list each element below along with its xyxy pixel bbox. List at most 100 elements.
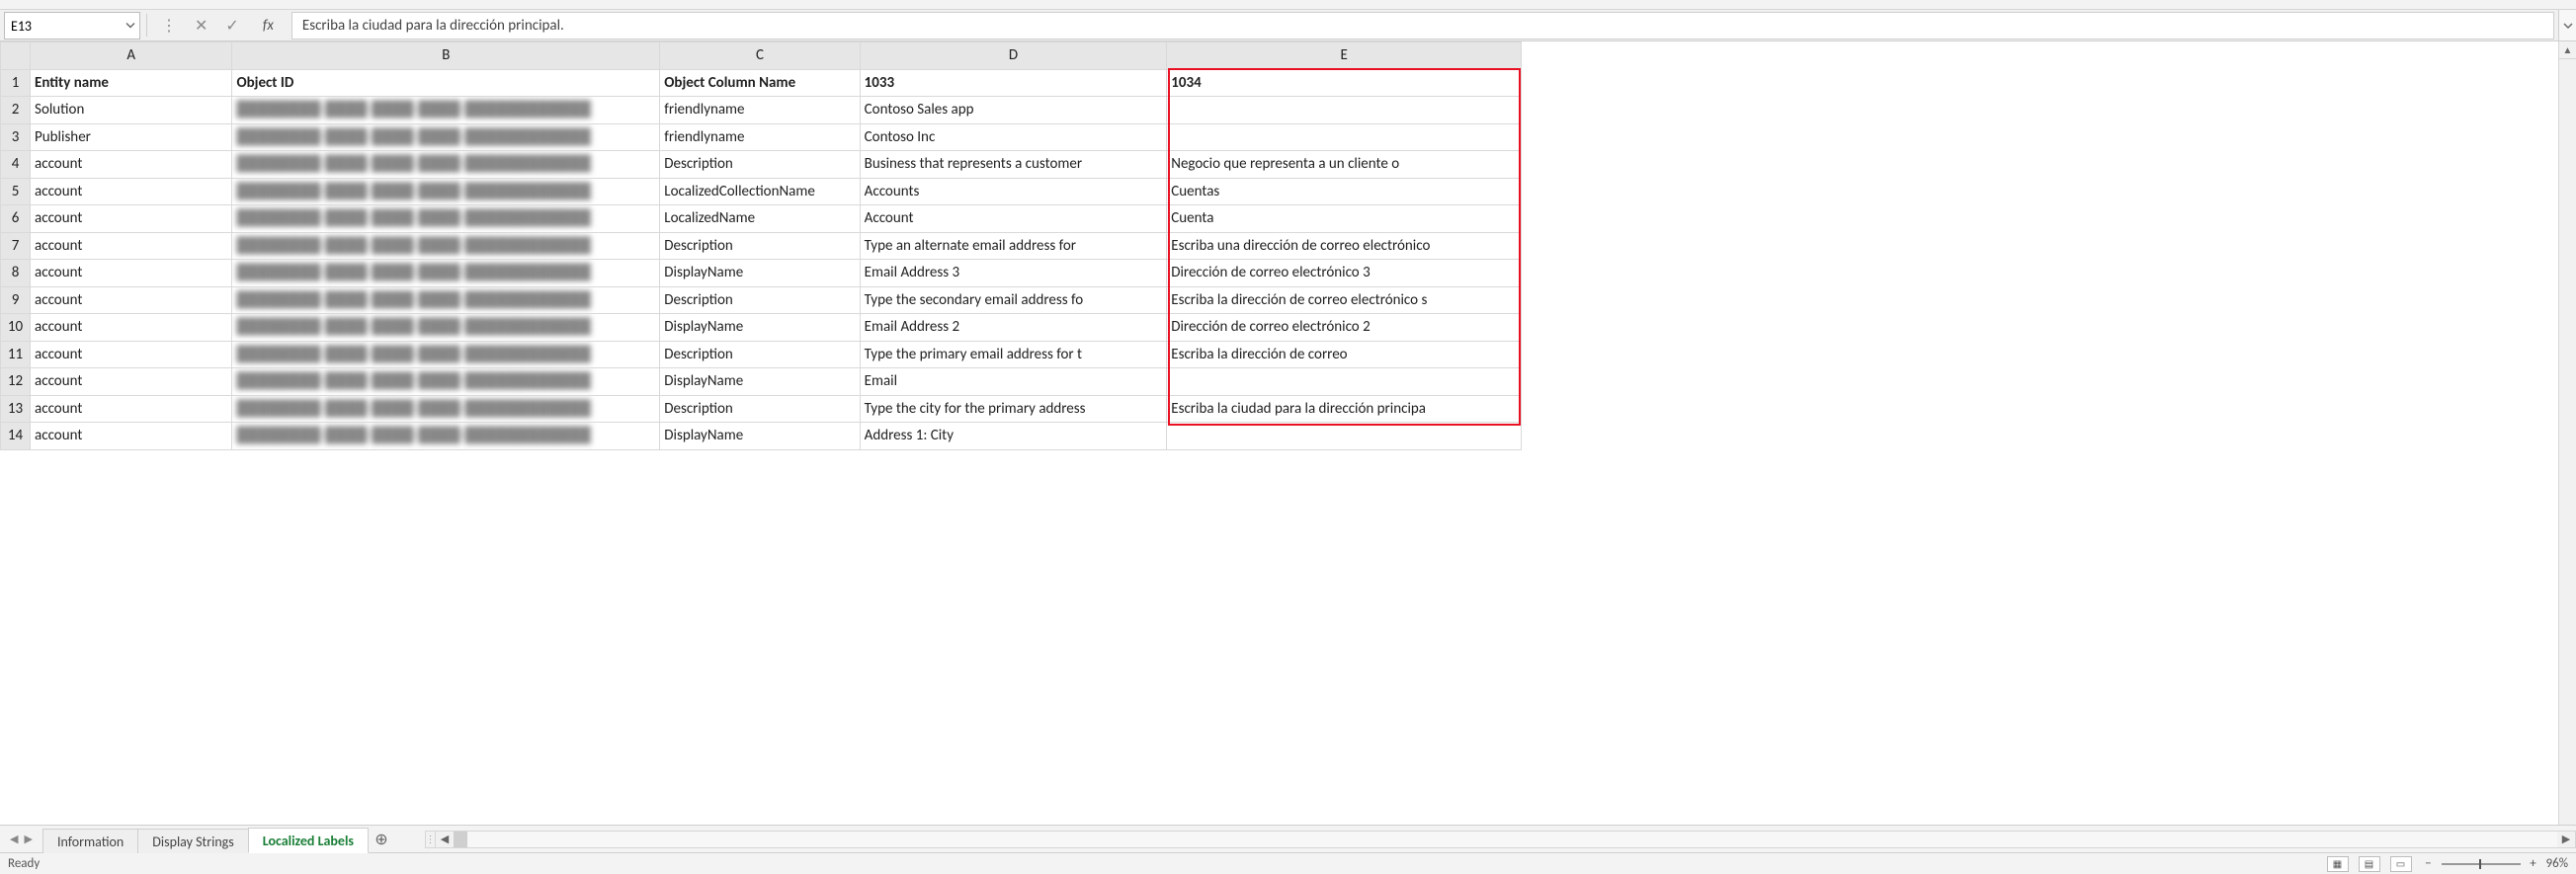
grid[interactable]: A B C D E 1Entity nameObject IDObject Co… [0,41,1522,450]
row-header[interactable]: 6 [1,205,31,233]
cell-C1[interactable]: Object Column Name [660,69,860,97]
zoom-out-icon[interactable]: − [2422,856,2436,871]
hscroll-thumb[interactable] [454,832,467,847]
hscroll-grip-icon[interactable]: ⋮ [426,832,436,847]
sheet-tab[interactable]: Display Strings [137,829,248,853]
dots-icon[interactable]: ⋮ [161,16,177,36]
zoom-slider[interactable] [2442,863,2521,865]
cell-B6[interactable]: ████████-████-████-████-████████████ [232,205,660,233]
hscroll-left-icon[interactable]: ◀ [436,833,454,845]
cell-D13[interactable]: Type the city for the primary address [860,395,1167,423]
row-header[interactable]: 10 [1,314,31,342]
cell-D6[interactable]: Account [860,205,1167,233]
cell-D8[interactable]: Email Address 3 [860,260,1167,287]
cell-B9[interactable]: ████████-████-████-████-████████████ [232,286,660,314]
name-box[interactable]: E13 [4,12,140,40]
cell-C7[interactable]: Description [660,232,860,260]
cell-E4[interactable]: Negocio que representa a un cliente o [1167,151,1522,179]
cell-C11[interactable]: Description [660,341,860,368]
cell-B10[interactable]: ████████-████-████-████-████████████ [232,314,660,342]
sheet-tab[interactable]: Localized Labels [248,828,369,853]
cell-B11[interactable]: ████████-████-████-████-████████████ [232,341,660,368]
cell-C14[interactable]: DisplayName [660,423,860,450]
cell-C9[interactable]: Description [660,286,860,314]
row-header[interactable]: 12 [1,368,31,396]
tab-next-icon[interactable]: ▶ [24,833,32,845]
row-header[interactable]: 3 [1,123,31,151]
name-box-dropdown-icon[interactable] [125,18,135,35]
cell-D7[interactable]: Type an alternate email address for [860,232,1167,260]
view-page-break-icon[interactable]: ▭ [2390,856,2412,872]
row-header[interactable]: 14 [1,423,31,450]
cell-D1[interactable]: 1033 [860,69,1167,97]
cell-E10[interactable]: Dirección de correo electrónico 2 [1167,314,1522,342]
view-page-layout-icon[interactable]: ▤ [2359,856,2380,872]
hscroll-right-icon[interactable]: ▶ [2557,833,2575,845]
cell-B2[interactable]: ████████-████-████-████-████████████ [232,97,660,124]
new-sheet-button[interactable]: ⊕ [368,826,395,852]
cell-C3[interactable]: friendlyname [660,123,860,151]
col-header-D[interactable]: D [860,42,1167,70]
fx-label[interactable]: fx [263,17,274,35]
cell-D12[interactable]: Email [860,368,1167,396]
cell-A4[interactable]: account [31,151,232,179]
hscroll-track[interactable] [454,832,2557,847]
cell-E1[interactable]: 1034 [1167,69,1522,97]
cell-A2[interactable]: Solution [31,97,232,124]
row-header[interactable]: 2 [1,97,31,124]
cell-D2[interactable]: Contoso Sales app [860,97,1167,124]
cell-E14[interactable] [1167,423,1522,450]
row-header[interactable]: 9 [1,286,31,314]
cell-A14[interactable]: account [31,423,232,450]
cell-B14[interactable]: ████████-████-████-████-████████████ [232,423,660,450]
row-header[interactable]: 7 [1,232,31,260]
row-header[interactable]: 5 [1,178,31,205]
cell-B12[interactable]: ████████-████-████-████-████████████ [232,368,660,396]
cell-A8[interactable]: account [31,260,232,287]
cell-E7[interactable]: Escriba una dirección de correo electrón… [1167,232,1522,260]
cell-D14[interactable]: Address 1: City [860,423,1167,450]
cell-E2[interactable] [1167,97,1522,124]
cell-E8[interactable]: Dirección de correo electrónico 3 [1167,260,1522,287]
formula-input[interactable]: Escriba la ciudad para la dirección prin… [291,12,2554,40]
col-header-C[interactable]: C [660,42,860,70]
cell-A1[interactable]: Entity name [31,69,232,97]
zoom-control[interactable]: − + 96% [2422,856,2568,871]
cell-A10[interactable]: account [31,314,232,342]
col-header-B[interactable]: B [232,42,660,70]
cell-B4[interactable]: ████████-████-████-████-████████████ [232,151,660,179]
cell-E5[interactable]: Cuentas [1167,178,1522,205]
cell-B8[interactable]: ████████-████-████-████-████████████ [232,260,660,287]
scroll-up-icon[interactable]: ▲ [2559,41,2576,59]
select-all-corner[interactable] [1,42,31,70]
cell-E12[interactable] [1167,368,1522,396]
cell-B3[interactable]: ████████-████-████-████-████████████ [232,123,660,151]
row-header[interactable]: 4 [1,151,31,179]
cell-E9[interactable]: Escriba la dirección de correo electróni… [1167,286,1522,314]
vertical-scrollbar[interactable]: ▲ [2558,41,2576,825]
horizontal-scrollbar[interactable]: ⋮ ◀ ▶ [425,831,2576,848]
cell-B5[interactable]: ████████-████-████-████-████████████ [232,178,660,205]
row-header[interactable]: 13 [1,395,31,423]
zoom-slider-knob[interactable] [2479,859,2481,869]
cell-C12[interactable]: DisplayName [660,368,860,396]
cell-C2[interactable]: friendlyname [660,97,860,124]
cell-D3[interactable]: Contoso Inc [860,123,1167,151]
cell-A3[interactable]: Publisher [31,123,232,151]
cell-D9[interactable]: Type the secondary email address fo [860,286,1167,314]
cell-D4[interactable]: Business that represents a customer [860,151,1167,179]
cell-E3[interactable] [1167,123,1522,151]
col-header-A[interactable]: A [31,42,232,70]
col-header-E[interactable]: E [1167,42,1522,70]
cell-A11[interactable]: account [31,341,232,368]
cancel-icon[interactable]: ✕ [195,16,208,36]
cell-A5[interactable]: account [31,178,232,205]
cell-B1[interactable]: Object ID [232,69,660,97]
cell-E6[interactable]: Cuenta [1167,205,1522,233]
cell-B13[interactable]: ████████-████-████-████-████████████ [232,395,660,423]
tab-prev-icon[interactable]: ◀ [10,833,18,845]
cell-C4[interactable]: Description [660,151,860,179]
row-header[interactable]: 1 [1,69,31,97]
row-header[interactable]: 8 [1,260,31,287]
sheet-tab[interactable]: Information [42,829,138,853]
